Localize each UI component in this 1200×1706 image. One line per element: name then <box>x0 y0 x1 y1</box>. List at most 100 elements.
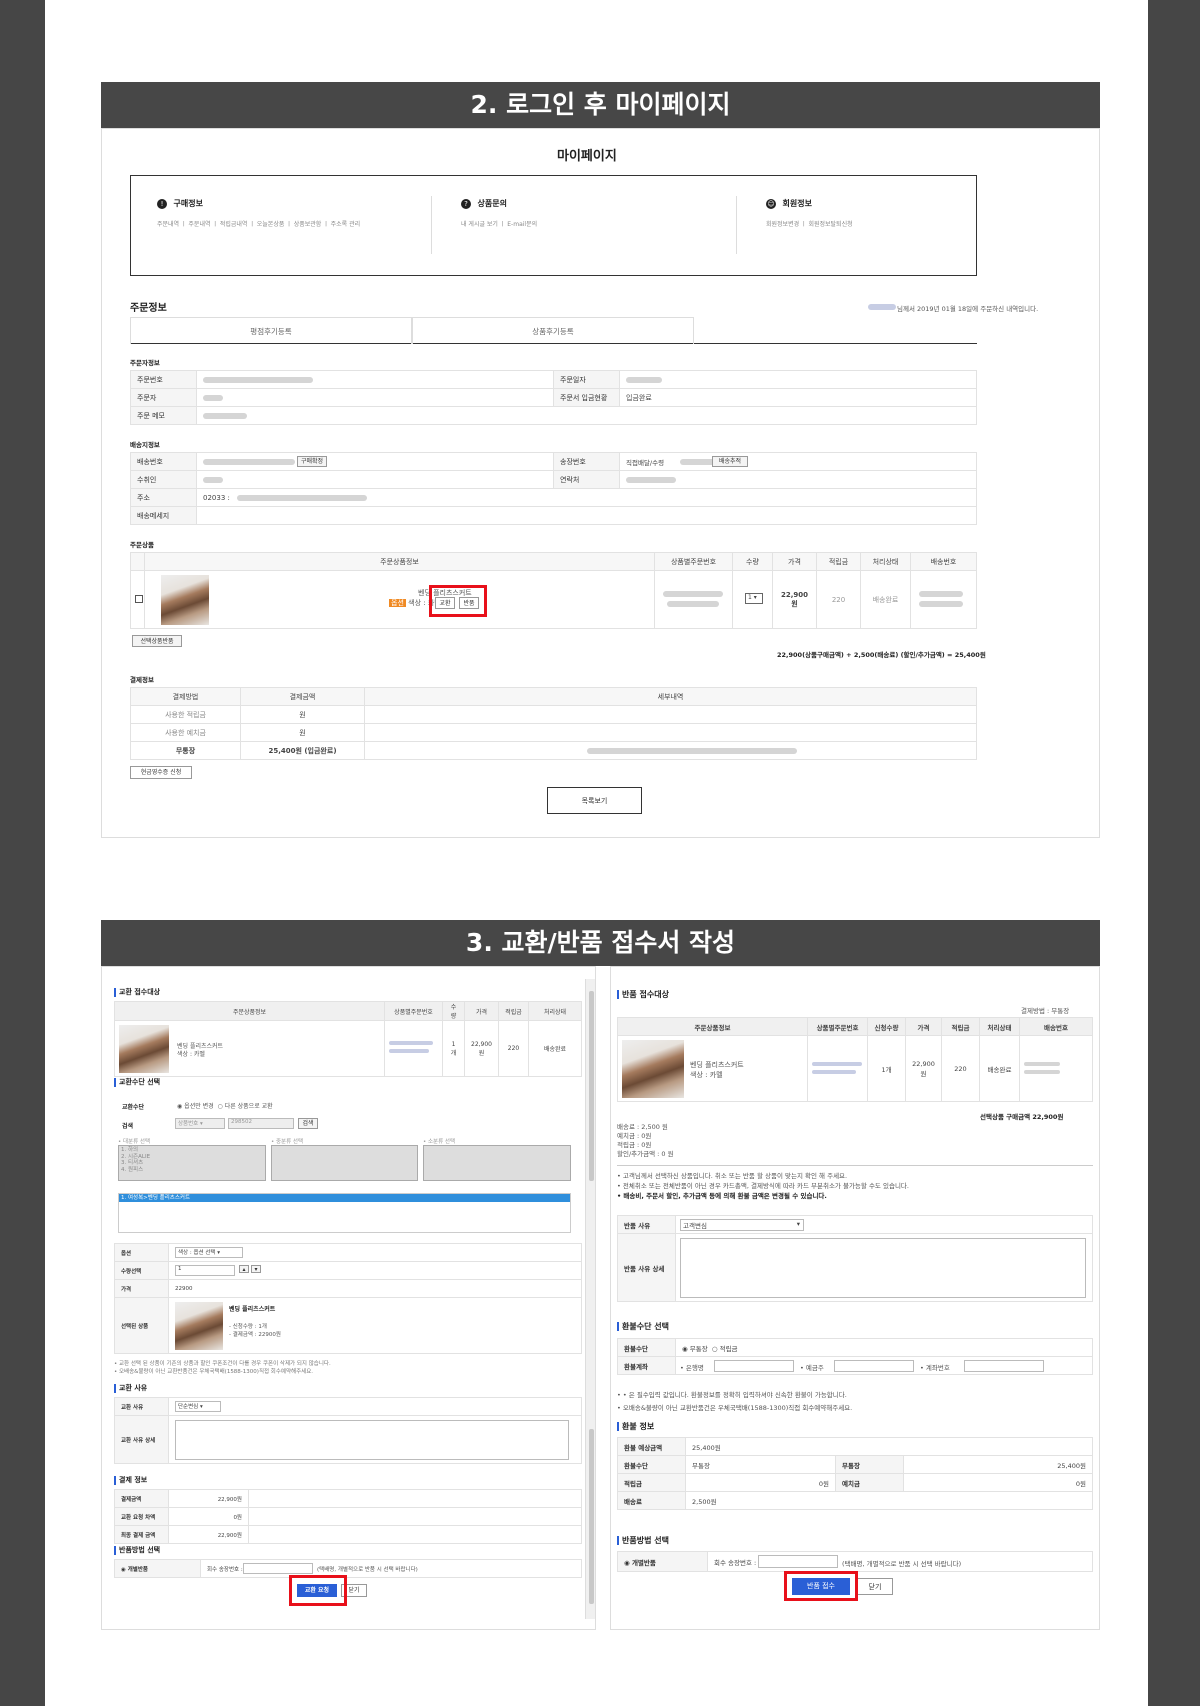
qty-up-button[interactable]: ▴ <box>239 1265 249 1273</box>
pay-value: 22,900원 <box>168 1525 249 1544</box>
highlight-box <box>429 585 487 617</box>
menu-divider <box>736 196 737 254</box>
tab-rating-review[interactable]: 평점후기등록 <box>130 317 412 344</box>
col-product-info: 주문상품정보 <box>144 552 655 571</box>
pay-row-method: 사용한 적립금 <box>130 705 241 724</box>
info-label: 환불 예상금액 <box>617 1437 686 1456</box>
return-target-title: 반품 접수대상 <box>617 989 669 1000</box>
list-button[interactable]: 목록보기 <box>547 787 642 814</box>
menu-member-links[interactable]: 회원정보변경 ㅣ 회원정보탈퇴신청 <box>766 219 853 228</box>
zip-code: 02033 : <box>203 493 230 502</box>
pay-row-amount: 원 <box>240 705 365 724</box>
refund-account-label: 환불계좌 <box>617 1356 676 1375</box>
holder-input[interactable] <box>834 1360 914 1372</box>
cash-receipt-button[interactable]: 현금영수증 신청 <box>130 766 192 779</box>
radio-bank[interactable]: ◉ <box>682 1345 688 1353</box>
reason-detail-cell <box>168 1415 582 1464</box>
bank-input[interactable] <box>714 1360 794 1372</box>
selected-amount: - 결제금액 : 22900원 <box>229 1332 281 1338</box>
scroll-thumb[interactable] <box>589 1429 594 1604</box>
search-button[interactable]: 검색 <box>298 1118 318 1129</box>
info-label: 환불수단 <box>617 1455 686 1474</box>
section3-title: 3. 교환/반품 접수서 작성 <box>101 920 1100 966</box>
cat-item[interactable]: 4. 원피스 <box>121 1167 263 1174</box>
payment-status-label: 주문서 입금현황 <box>553 388 620 407</box>
return-notice: • 전체취소 또는 전체반품이 아닌 경우 카드총액, 결제방식에 따라 카드 … <box>617 1182 909 1190</box>
scroll-thumb[interactable] <box>589 991 594 1181</box>
col-price: 가격 <box>772 552 817 571</box>
ship-option-cell: ◉ 개별반품 <box>114 1559 201 1578</box>
category2-list[interactable] <box>271 1145 418 1181</box>
price-label: 가격 <box>114 1279 169 1298</box>
pay-row-amount: 원 <box>240 723 365 742</box>
pay-row-detail <box>364 741 977 760</box>
guide-page: 2. 로그인 후 마이페이지 마이페이지 ! 구매정보 주문내역 ㅣ 주문내역 … <box>45 0 1148 1706</box>
category1-list[interactable]: 1. 하의 2. 시즌ALIE 3. 티셔츠 4. 원피스 <box>118 1145 266 1181</box>
info-label: 무통장 <box>835 1455 904 1474</box>
return-qty: 1개 <box>867 1035 906 1102</box>
return-ship-track-label: 회수 송장번호 : <box>714 1558 757 1567</box>
message-label: 배송메세지 <box>130 506 197 525</box>
account-no-input[interactable] <box>964 1360 1044 1372</box>
product-check-cell <box>130 570 145 629</box>
search-result-item[interactable]: 1. 여성복>벤딩 플리츠스커트 <box>119 1194 570 1202</box>
exchange-scrollbar[interactable] <box>585 979 595 1619</box>
return-reason-detail-textarea[interactable] <box>680 1238 1086 1298</box>
menu-inquiry-links[interactable]: 내 게시글 보기 ㅣ E-mail문의 <box>461 219 537 228</box>
radio-points[interactable]: ○ <box>712 1345 718 1353</box>
method-opt2-label: 다른 상품으로 교환 <box>224 1103 273 1110</box>
col-ship-no: 배송번호 <box>1019 1017 1093 1036</box>
return-ship-track-input[interactable] <box>758 1555 838 1568</box>
product-checkbox[interactable] <box>135 595 143 603</box>
info-icon: ! <box>157 198 167 209</box>
confirm-purchase-button[interactable]: 구매확정 <box>297 456 327 467</box>
fee-shipping: 배송료 : 2,500 원 <box>617 1123 668 1131</box>
exchange-ship-table: ◉ 개별반품 회수 송장번호 : (택배명, 개별적으로 반품 시 선택 바랍니다… <box>114 1559 582 1578</box>
ship-radio[interactable]: ◉ <box>121 1567 126 1573</box>
radio-other-product[interactable]: ○ <box>218 1103 223 1110</box>
search-label: 검색 <box>122 1123 134 1130</box>
refund-account-cell: • 은행명 • 예금주 • 계좌번호 <box>675 1356 1093 1375</box>
col-pay-detail: 세부내역 <box>364 687 977 706</box>
return-product-option: 색상 : 카멜 <box>690 1071 723 1079</box>
selected-label: 선택된 상품 <box>114 1297 169 1354</box>
product-ship-no <box>910 570 977 629</box>
mypage-screenshot: 마이페이지 ! 구매정보 주문내역 ㅣ 주문내역 ㅣ 적립금내역 ㅣ 오늘본상품… <box>101 128 1100 838</box>
qty-down-button[interactable]: ▾ <box>251 1265 261 1273</box>
product-order-no <box>654 570 733 629</box>
menu-member: ☺ 회원정보 회원정보변경 ㅣ 회원정보탈퇴신청 <box>766 198 853 228</box>
search-result-list[interactable]: 1. 여성복>벤딩 플리츠스커트 <box>118 1193 571 1233</box>
divider <box>617 1165 1093 1166</box>
track-no-label: 송장번호 <box>553 452 620 471</box>
section2-title: 2. 로그인 후 마이페이지 <box>101 82 1100 128</box>
reason-select[interactable]: 단순변심 ▾ <box>175 1401 221 1412</box>
search-input[interactable]: 298502 <box>228 1118 294 1129</box>
qty-select[interactable]: 1 ▾ <box>745 593 763 604</box>
ship-no-value: 구매확정 <box>196 452 554 471</box>
ship-track-input[interactable] <box>243 1563 313 1574</box>
exchange-method-options: ◉ 옵션만 변경 ○ 다른 상품으로 교환 <box>177 1101 273 1110</box>
highlight-box <box>784 1571 858 1601</box>
smile-icon: ☺ <box>766 198 776 209</box>
radio-option-only[interactable]: ◉ <box>177 1103 182 1110</box>
pay-row-detail <box>364 705 977 724</box>
return-selected-button[interactable]: 선택상품반품 <box>132 635 182 647</box>
track-delivery-button[interactable]: 배송추적 <box>712 456 748 467</box>
qty-input[interactable]: 1 <box>175 1265 235 1276</box>
category3-list[interactable] <box>423 1145 571 1181</box>
fee-points: 적립금 : 0원 <box>617 1141 652 1149</box>
pay-row-detail <box>364 723 977 742</box>
search-type-select[interactable]: 상품번호 ▾ <box>175 1118 225 1129</box>
option-select[interactable]: 색상 : 옵션 선택 ▾ <box>175 1247 243 1258</box>
return-ship-radio[interactable]: ◉ <box>624 1559 630 1567</box>
selected-qty: - 신청수량 : 1개 <box>229 1324 267 1330</box>
pay-empty <box>248 1507 582 1526</box>
return-close-button[interactable]: 닫기 <box>857 1578 893 1595</box>
tab-product-review[interactable]: 상품후기등록 <box>412 317 694 344</box>
info-label: 배송료 <box>617 1491 686 1510</box>
reason-detail-textarea[interactable] <box>175 1420 569 1460</box>
return-reason-select[interactable]: 고객변심 ▾ <box>680 1219 804 1231</box>
col-pay-method: 결제방법 <box>130 687 241 706</box>
menu-purchase-links[interactable]: 주문내역 ㅣ 주문내역 ㅣ 적립금내역 ㅣ 오늘본상품 ㅣ 상품보관함 ㅣ 주소… <box>157 219 360 228</box>
exchange-price: 22,900원 <box>464 1020 499 1077</box>
